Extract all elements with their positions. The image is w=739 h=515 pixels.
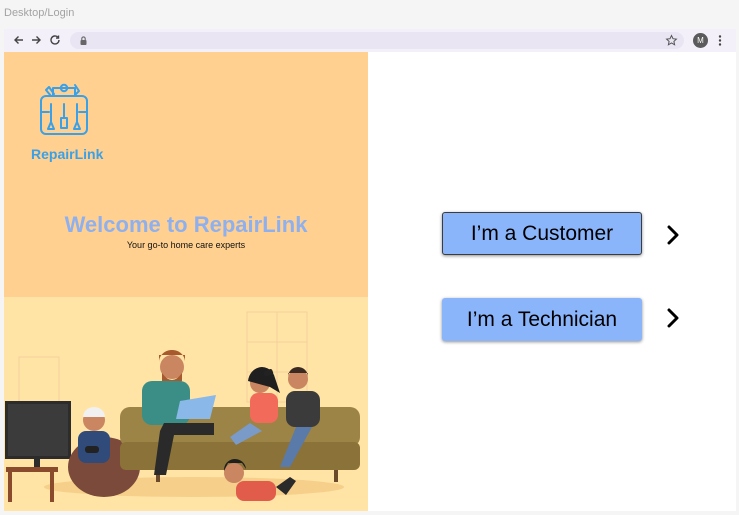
welcome-tagline: Your go-to home care experts: [126, 240, 246, 250]
reload-icon[interactable]: [48, 33, 62, 47]
profile-avatar[interactable]: M: [693, 33, 708, 48]
lock-icon: [80, 36, 87, 45]
technician-button[interactable]: I’m a Technician: [442, 298, 642, 341]
family-living-room-illustration: [4, 297, 368, 511]
toolbox-logo-icon: [40, 83, 88, 135]
bookmark-star-icon[interactable]: [665, 34, 678, 47]
customer-chevron-right-icon[interactable]: [666, 225, 680, 245]
frame-label: Desktop/Login: [4, 7, 75, 19]
forward-arrow-icon[interactable]: [29, 33, 43, 47]
customer-button[interactable]: I’m a Customer: [442, 212, 642, 255]
welcome-heading: Welcome to RepairLink: [64, 212, 308, 237]
browser-window: M RepairLink Welcome to RepairLink Your …: [4, 29, 736, 511]
technician-chevron-right-icon[interactable]: [666, 308, 680, 328]
browser-toolbar: M: [4, 29, 736, 52]
logo-wordmark: RepairLink: [31, 146, 104, 162]
welcome-panel: RepairLink Welcome to RepairLink Your go…: [4, 52, 368, 511]
repairlink-logo: RepairLink: [28, 82, 108, 166]
address-bar[interactable]: [70, 32, 684, 49]
back-arrow-icon[interactable]: [12, 33, 26, 47]
more-menu-icon[interactable]: [717, 34, 723, 47]
